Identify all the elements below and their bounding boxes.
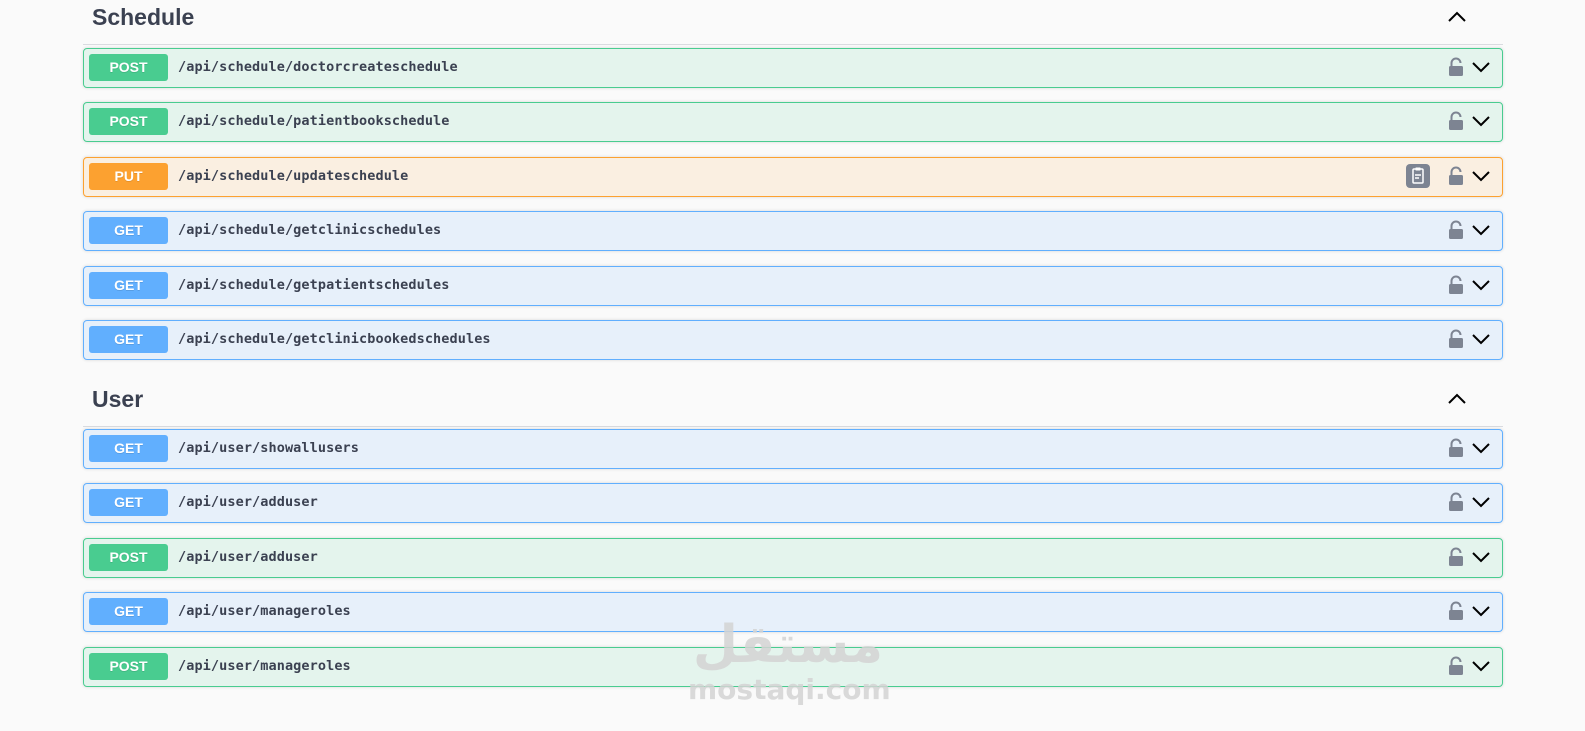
lock-icon[interactable] (1448, 656, 1464, 676)
chevron-down-icon[interactable] (1470, 168, 1492, 184)
section-title: User (92, 386, 144, 412)
section-header-schedule[interactable]: Schedule (83, 0, 1503, 45)
endpoint-path: /api/user/showallusers (178, 440, 360, 456)
operation-row[interactable]: GET /api/schedule/getclinicbookedschedul… (83, 320, 1503, 360)
chevron-down-icon[interactable] (1470, 331, 1492, 347)
chevron-up-icon[interactable] (1445, 6, 1469, 30)
endpoint-path: /api/schedule/getclinicbookedschedules (178, 331, 491, 347)
endpoint-path: /api/schedule/getclinicschedules (178, 222, 442, 238)
endpoint-path: /api/user/adduser (178, 494, 318, 510)
method-badge: POST (89, 108, 168, 135)
chevron-down-icon[interactable] (1470, 59, 1492, 75)
chevron-down-icon[interactable] (1470, 603, 1492, 619)
endpoint-path: /api/schedule/getpatientschedules (178, 277, 450, 293)
endpoint-path: /api/user/adduser (178, 549, 318, 565)
lock-icon[interactable] (1448, 166, 1464, 186)
operation-row[interactable]: POST /api/schedule/doctorcreateschedule (83, 48, 1503, 88)
endpoint-path: /api/schedule/doctorcreateschedule (178, 59, 458, 75)
chevron-down-icon[interactable] (1470, 549, 1492, 565)
lock-icon[interactable] (1448, 57, 1464, 77)
chevron-down-icon[interactable] (1470, 658, 1492, 674)
operation-row[interactable]: POST /api/schedule/patientbookschedule (83, 102, 1503, 142)
lock-icon[interactable] (1448, 492, 1464, 512)
method-badge: GET (89, 217, 168, 244)
operation-row[interactable]: PUT /api/schedule/updateschedule (83, 157, 1503, 197)
lock-icon[interactable] (1448, 275, 1464, 295)
operation-row[interactable]: GET /api/user/adduser (83, 483, 1503, 523)
lock-icon[interactable] (1448, 220, 1464, 240)
method-badge: POST (89, 544, 168, 571)
method-badge: POST (89, 653, 168, 680)
method-badge: GET (89, 489, 168, 516)
lock-icon[interactable] (1448, 601, 1464, 621)
method-badge: GET (89, 435, 168, 462)
clipboard-icon[interactable] (1406, 164, 1430, 188)
operation-row[interactable]: POST /api/user/adduser (83, 538, 1503, 578)
section-header-user[interactable]: User (83, 382, 1503, 427)
chevron-down-icon[interactable] (1470, 494, 1492, 510)
operation-row[interactable]: GET /api/user/showallusers (83, 429, 1503, 469)
chevron-down-icon[interactable] (1470, 222, 1492, 238)
watermark-latin: mostaqi.com (688, 673, 891, 706)
lock-icon[interactable] (1448, 111, 1464, 131)
chevron-down-icon[interactable] (1470, 277, 1492, 293)
watermark: مستقل mostaqi.com (688, 615, 891, 710)
chevron-down-icon[interactable] (1470, 113, 1492, 129)
lock-icon[interactable] (1448, 547, 1464, 567)
endpoint-path: /api/user/manageroles (178, 603, 351, 619)
method-badge: PUT (89, 163, 168, 190)
lock-icon[interactable] (1448, 438, 1464, 458)
method-badge: GET (89, 272, 168, 299)
section-title: Schedule (92, 4, 195, 30)
endpoint-path: /api/schedule/updateschedule (178, 168, 409, 184)
endpoint-path: /api/user/manageroles (178, 658, 351, 674)
endpoint-path: /api/schedule/patientbookschedule (178, 113, 450, 129)
chevron-down-icon[interactable] (1470, 440, 1492, 456)
watermark-arabic: مستقل (692, 615, 884, 675)
lock-icon[interactable] (1448, 329, 1464, 349)
method-badge: GET (89, 326, 168, 353)
operation-row[interactable]: GET /api/schedule/getpatientschedules (83, 266, 1503, 306)
method-badge: GET (89, 598, 168, 625)
operation-row[interactable]: GET /api/schedule/getclinicschedules (83, 211, 1503, 251)
method-badge: POST (89, 54, 168, 81)
chevron-up-icon[interactable] (1445, 388, 1469, 412)
